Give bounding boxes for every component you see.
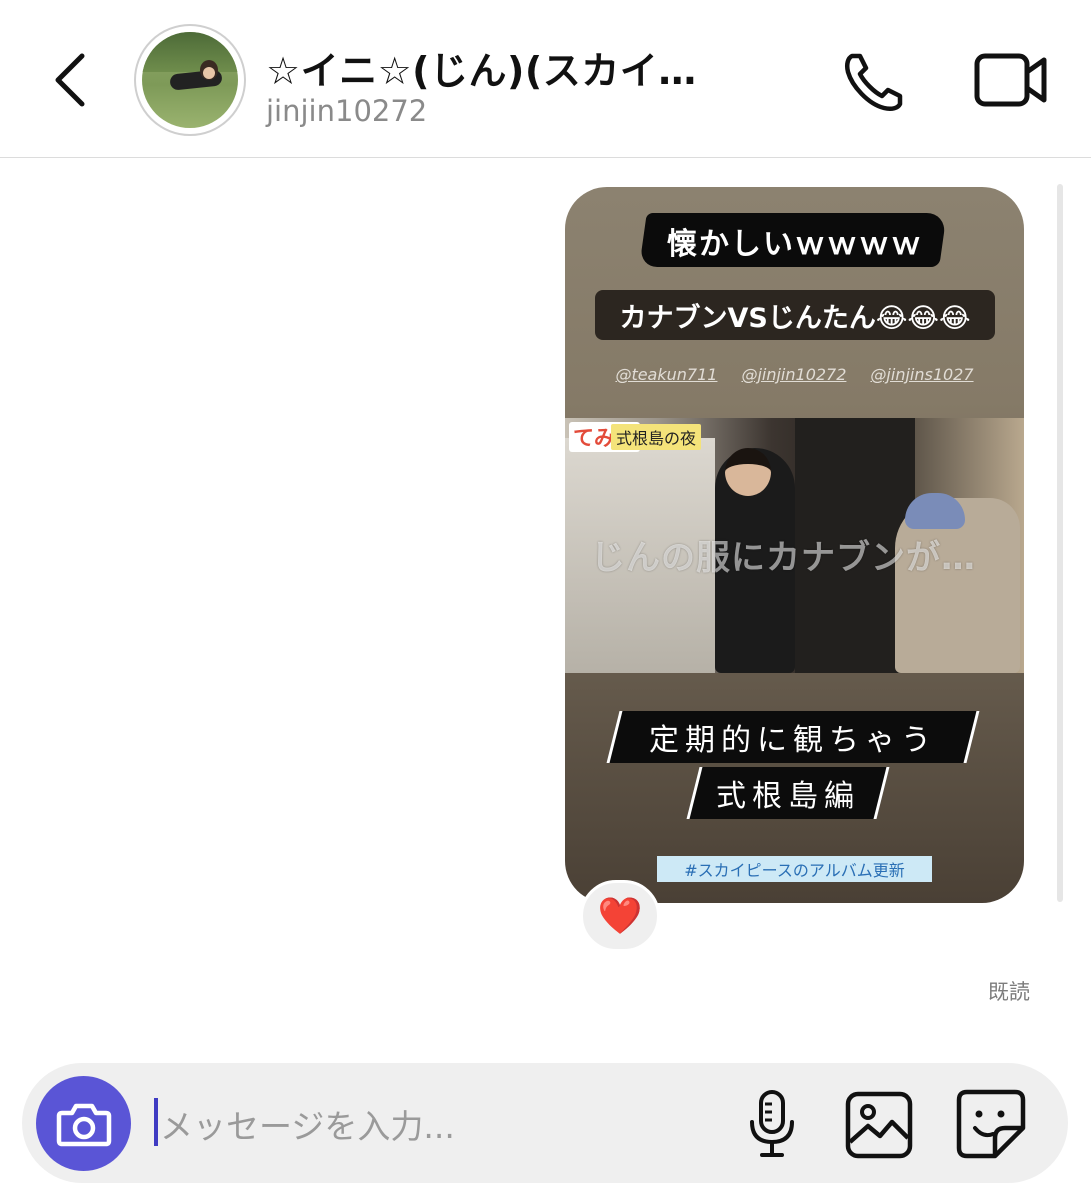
chevron-left-icon <box>55 53 85 107</box>
shared-story-message[interactable]: 懐かしいｗｗｗｗ カナブンVSじんたん😂😂😂 @teakun711 @jinji… <box>565 187 1024 903</box>
read-receipt: 既読 <box>988 980 1030 1004</box>
camera-icon <box>56 1103 111 1146</box>
phone-icon <box>844 53 903 112</box>
message-input[interactable]: メッセージを入力... <box>160 1100 455 1148</box>
scrollbar[interactable] <box>1057 184 1063 902</box>
image-gallery-icon <box>845 1091 913 1159</box>
video-title-tag: 式根島の夜 <box>611 424 702 450</box>
heart-reaction[interactable]: ❤️ <box>580 880 660 952</box>
avatar-image <box>142 32 238 128</box>
sticker-icon <box>956 1089 1026 1159</box>
contact-name[interactable]: ☆イニ☆(じん)(スカイ… <box>266 40 697 95</box>
video-call-button[interactable] <box>972 46 1050 114</box>
banner-line-2: 式根島編 <box>716 779 860 814</box>
story-mentions: @teakun711 @jinjin10272 @jinjins1027 <box>565 365 1024 384</box>
video-thumbnail: てみじ 式根島の夜 じんの服にカナブンが… <box>565 418 1024 673</box>
call-button[interactable] <box>838 46 910 118</box>
video-caption: じんの服にカナブンが… <box>591 538 976 578</box>
back-button[interactable] <box>40 48 100 112</box>
heart-icon: ❤️ <box>597 896 643 937</box>
microphone-button[interactable] <box>744 1088 800 1160</box>
mention[interactable]: @teakun711 <box>615 365 717 384</box>
banner-line-1: 定期的に観ちゃう <box>649 723 937 758</box>
mention[interactable]: @jinjins1027 <box>870 365 973 384</box>
chat-header: ☆イニ☆(じん)(スカイ… jinjin10272 <box>0 0 1091 158</box>
camera-button[interactable] <box>36 1076 131 1171</box>
hashtag-sticker[interactable]: #スカイピースのアルバム更新 <box>657 856 932 882</box>
story-pill-text: カナブンVSじんたん😂😂😂 <box>595 290 995 340</box>
text-cursor <box>154 1098 158 1146</box>
story-top-text: 懐かしいｗｗｗｗ <box>667 227 923 262</box>
mention[interactable]: @jinjin10272 <box>741 365 846 384</box>
gallery-button[interactable] <box>844 1090 914 1160</box>
video-camera-icon <box>974 53 1047 107</box>
sticker-button[interactable] <box>955 1088 1027 1160</box>
microphone-icon <box>750 1090 794 1157</box>
contact-username: jinjin10272 <box>266 94 428 128</box>
avatar[interactable] <box>134 24 246 136</box>
